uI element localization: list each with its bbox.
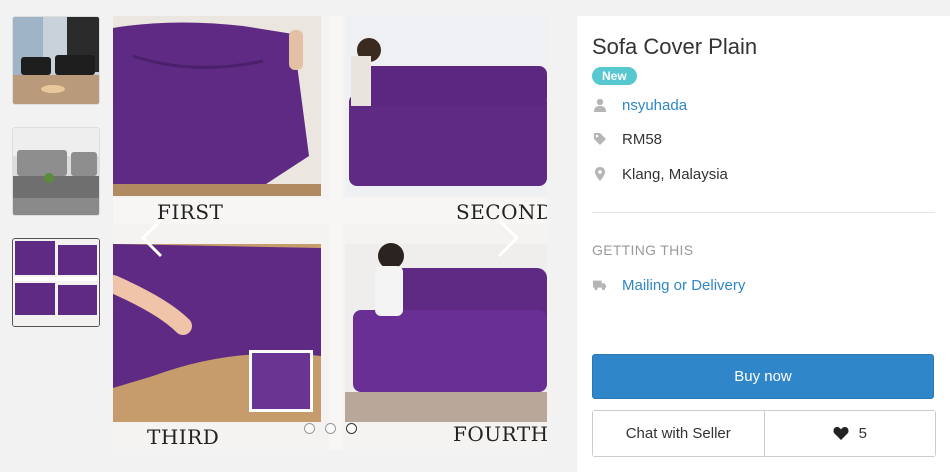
seller-row: nsyuhada <box>592 94 687 116</box>
thumbnail-2-image <box>13 128 99 215</box>
thumbnail-3-image <box>13 239 99 326</box>
map-pin-icon <box>592 166 608 182</box>
heart-icon <box>833 427 849 440</box>
chat-with-seller-button[interactable]: Chat with Seller <box>593 411 765 456</box>
next-image-button[interactable] <box>493 216 523 260</box>
main-product-image <box>113 16 547 450</box>
section-divider <box>592 212 935 213</box>
buy-now-button[interactable]: Buy now <box>592 354 934 399</box>
thumbnail-2[interactable] <box>12 127 100 216</box>
condition-badge: New <box>592 67 637 85</box>
user-icon <box>592 97 608 113</box>
gallery-dot-2[interactable] <box>324 423 336 434</box>
listing-title: Sofa Cover Plain <box>592 34 758 59</box>
truck-icon <box>592 277 608 293</box>
seller-name-link[interactable]: nsyuhada <box>622 97 687 114</box>
gallery-pagination <box>113 423 547 434</box>
delivery-method-row: Mailing or Delivery <box>592 274 745 296</box>
main-image-gallery[interactable]: FIRST SECOND THIRD FOURTH <box>113 16 547 450</box>
price-tag-icon <box>592 131 608 147</box>
thumbnail-3[interactable] <box>12 238 100 327</box>
delivery-method-link[interactable]: Mailing or Delivery <box>622 277 745 294</box>
like-count: 5 <box>858 425 867 442</box>
thumbnail-1-image <box>13 17 99 104</box>
chevron-left-icon <box>140 218 163 258</box>
listing-info-panel: Sofa Cover Plain New nsyuhada RM58 Klang… <box>577 16 950 472</box>
thumbnail-strip <box>12 16 100 349</box>
previous-image-button[interactable] <box>137 216 167 260</box>
secondary-actions: Chat with Seller 5 <box>592 410 936 457</box>
chevron-right-icon <box>497 218 520 258</box>
gallery-dot-3[interactable] <box>345 423 357 434</box>
gallery-dot-1[interactable] <box>303 423 315 434</box>
location-value: Klang, Malaysia <box>622 165 728 183</box>
getting-this-heading: GETTING THIS <box>592 242 694 258</box>
price-value: RM58 <box>622 130 663 148</box>
price-row: RM58 <box>592 128 662 150</box>
location-row: Klang, Malaysia <box>592 163 728 185</box>
like-button[interactable]: 5 <box>764 411 935 456</box>
thumbnail-1[interactable] <box>12 16 100 105</box>
